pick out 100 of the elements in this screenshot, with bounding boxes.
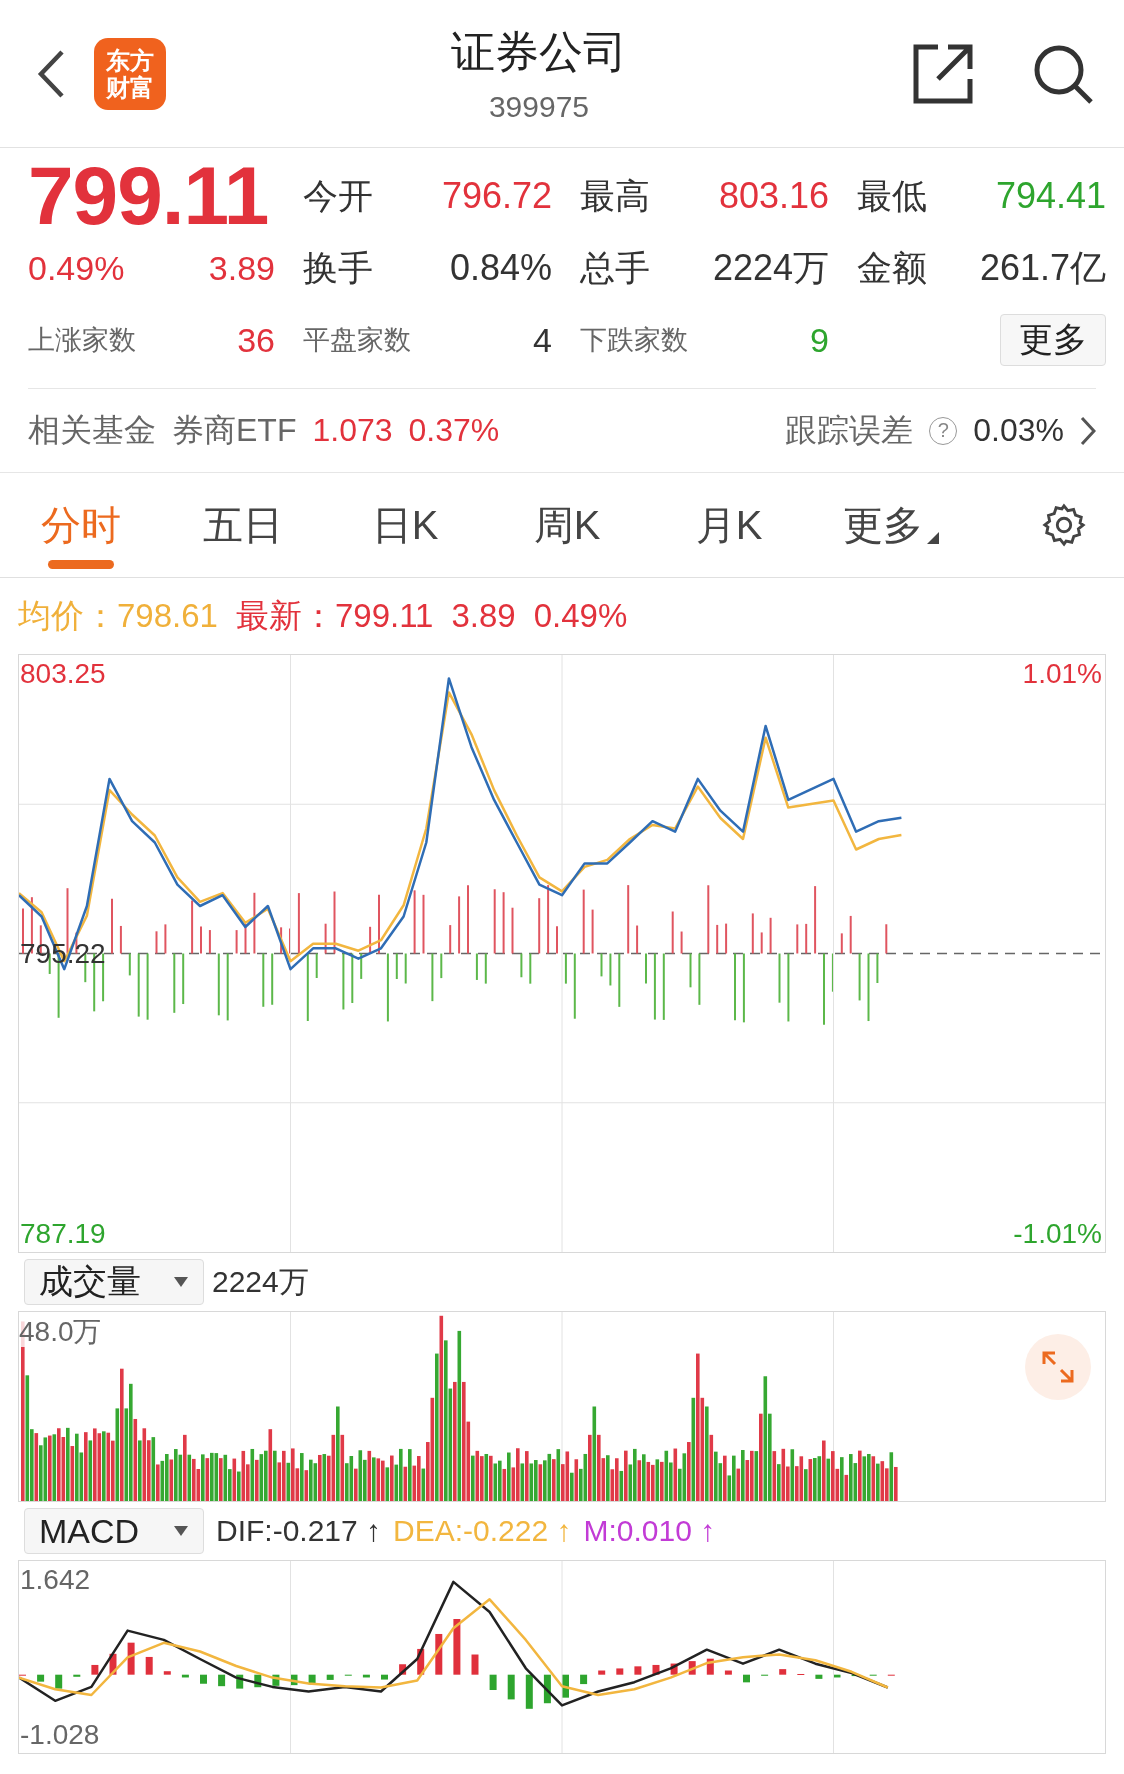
- back-button[interactable]: [36, 48, 66, 99]
- macd-bar: [381, 1674, 388, 1680]
- macd-bar: [489, 1674, 497, 1690]
- stat-value: 803.16: [718, 175, 829, 217]
- macd-bar: [254, 1674, 262, 1688]
- change-value: 3.89: [208, 248, 275, 288]
- macd-bar: [55, 1674, 63, 1689]
- macd-bar: [688, 1661, 696, 1675]
- macd-bar: [724, 1670, 732, 1675]
- axis-label: 48.0万: [19, 1317, 102, 1347]
- axis-label: -1.01%: [1013, 1218, 1102, 1250]
- stat-value: 0.84%: [449, 247, 552, 289]
- tracking-error-label: 跟踪误差: [785, 410, 914, 450]
- indicator-dropdown[interactable]: MACD: [24, 1508, 204, 1554]
- macd-bar: [290, 1674, 298, 1686]
- chart-tab[interactable]: 五日: [162, 473, 324, 577]
- macd-bar: [779, 1669, 787, 1675]
- page-title: 证券公司: [451, 26, 627, 78]
- stat-label: 总手: [580, 246, 650, 289]
- macd-bar: [453, 1619, 461, 1675]
- macd-bar: [580, 1674, 588, 1685]
- fund-price: 1.073: [312, 412, 393, 449]
- back-icon: [36, 48, 66, 99]
- macd-reading: DIF:-0.217 ↑: [216, 1514, 382, 1548]
- latest-price: 最新：799.11: [235, 595, 434, 636]
- expand-icon: [1041, 1350, 1075, 1384]
- indicator-dropdown[interactable]: 成交量: [24, 1259, 204, 1305]
- stat-label: 换手: [303, 246, 373, 289]
- stat-value: 794.41: [995, 175, 1106, 217]
- latest-change-percent: 0.49%: [533, 597, 628, 635]
- chart-tab[interactable]: 更多: [810, 473, 972, 577]
- share-icon: [912, 42, 974, 105]
- macd-bar: [127, 1642, 135, 1675]
- caret-icon: [173, 1525, 189, 1537]
- macd-bar: [507, 1674, 515, 1700]
- axis-label: 803.25: [20, 657, 106, 689]
- axis-label: -1.028: [20, 1718, 100, 1750]
- stat-label: 金额: [857, 246, 927, 289]
- macd-bar: [91, 1664, 99, 1675]
- breadth-label: 下跌家数: [580, 324, 688, 357]
- macd-reading: DEA:-0.222 ↑: [393, 1514, 572, 1548]
- macd-bar: [37, 1674, 45, 1682]
- more-button[interactable]: 更多: [1000, 314, 1106, 366]
- stat-label: 今开: [303, 174, 373, 217]
- breadth-count: 36: [237, 320, 275, 360]
- chart-tab[interactable]: 周K: [486, 473, 648, 577]
- chart-tab[interactable]: 月K: [648, 473, 810, 577]
- last-price: 799.11: [28, 149, 269, 243]
- macd-bar: [598, 1670, 606, 1675]
- macd-bar: [815, 1674, 823, 1679]
- macd-bar: [326, 1674, 334, 1680]
- average-price: 均价：798.61: [18, 595, 218, 636]
- settings-icon: [1041, 502, 1087, 548]
- macd-bar: [706, 1658, 714, 1675]
- macd-bar: [181, 1674, 189, 1678]
- macd-bar: [543, 1674, 551, 1704]
- fund-label: 相关基金: [28, 410, 156, 450]
- macd-reading: M:0.010 ↑: [583, 1514, 716, 1548]
- macd-bar: [435, 1633, 443, 1675]
- caret-icon: [173, 1276, 189, 1288]
- macd-bar: [145, 1656, 153, 1675]
- stat-value: 2224万: [712, 245, 829, 290]
- macd-bar: [308, 1674, 316, 1685]
- index-code: 399975: [488, 90, 590, 124]
- share-button[interactable]: [912, 42, 974, 105]
- axis-label: 1.642: [20, 1563, 91, 1595]
- latest-change: 3.89: [451, 597, 516, 635]
- app-logo: 东方 财富: [94, 37, 166, 110]
- axis-label: 787.19: [20, 1218, 106, 1250]
- macd-bar: [200, 1674, 207, 1684]
- macd-bar: [73, 1674, 81, 1677]
- tracking-error-value: 0.03%: [973, 412, 1064, 449]
- breadth-label: 上涨家数: [28, 324, 136, 357]
- macd-bar: [109, 1653, 117, 1675]
- dropdown-corner-icon: [927, 532, 939, 544]
- macd-bar: [218, 1674, 226, 1687]
- stat-label: 最低: [857, 174, 927, 217]
- macd-bar: [670, 1663, 678, 1675]
- macd-bar: [471, 1654, 479, 1675]
- macd-bar: [562, 1674, 569, 1698]
- macd-bar: [417, 1648, 425, 1675]
- macd-bar: [272, 1674, 280, 1686]
- macd-bar: [236, 1674, 244, 1689]
- fund-name[interactable]: 券商ETF: [172, 408, 297, 453]
- chevron-right-icon[interactable]: [1080, 415, 1096, 446]
- chart-tab[interactable]: 日K: [324, 473, 486, 577]
- breadth-label: 平盘家数: [303, 324, 411, 357]
- stat-value: 261.7亿: [979, 245, 1106, 290]
- macd-bar: [525, 1674, 533, 1709]
- macd-bar: [743, 1674, 750, 1683]
- macd-bar: [833, 1674, 841, 1678]
- stat-value: 796.72: [441, 175, 552, 217]
- total-volume: 2224万: [212, 1263, 309, 1300]
- macd-bar: [399, 1664, 407, 1675]
- breadth-count: 9: [810, 320, 829, 360]
- axis-label: 1.01%: [1022, 657, 1102, 689]
- fund-change: 0.37%: [408, 412, 500, 449]
- macd-bar: [362, 1674, 370, 1678]
- macd-bar: [652, 1664, 660, 1675]
- macd-bar: [163, 1671, 171, 1675]
